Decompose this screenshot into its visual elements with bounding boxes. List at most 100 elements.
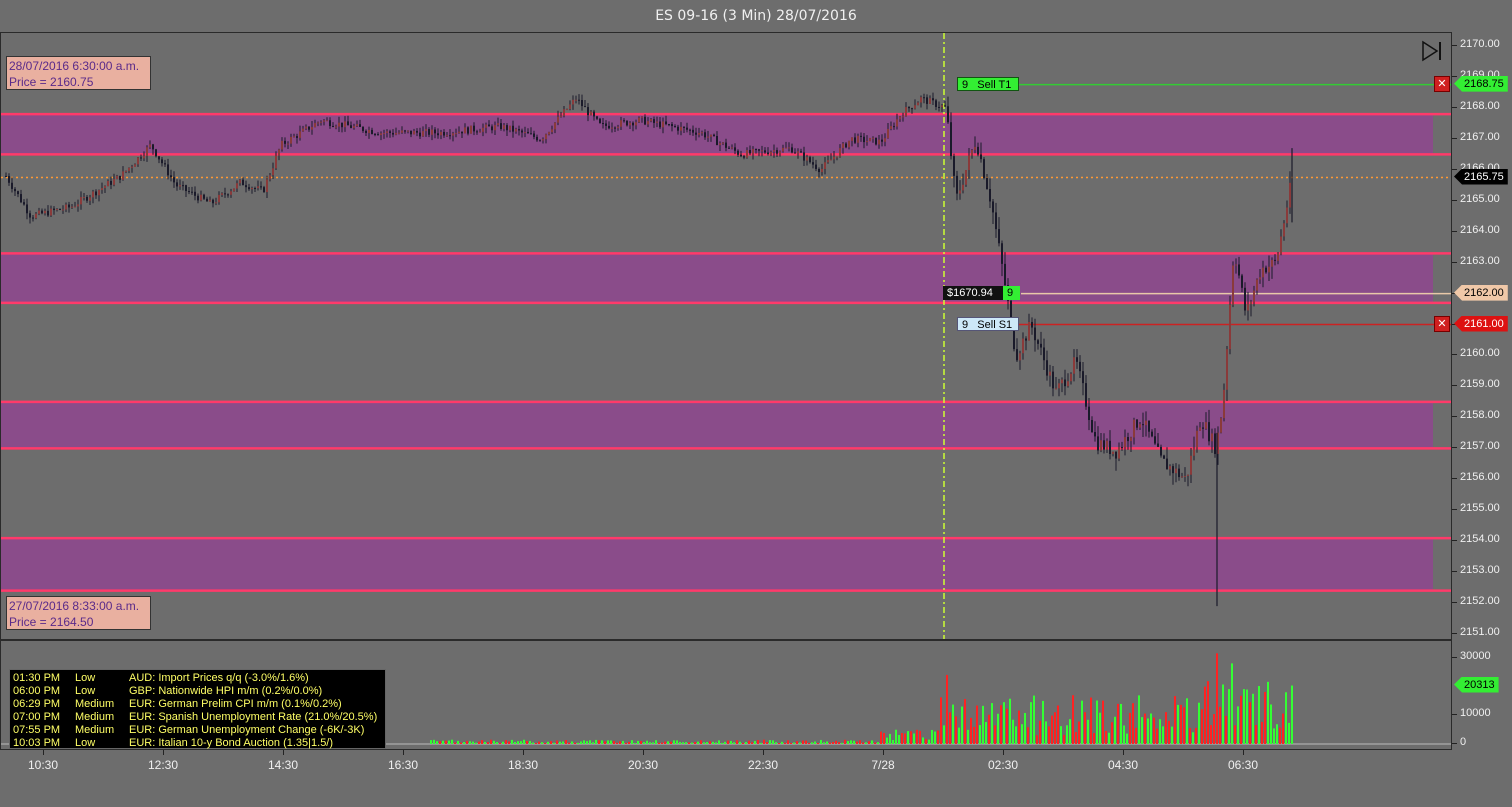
candle-body — [695, 132, 697, 135]
play-to-end-icon[interactable] — [1421, 40, 1443, 62]
candle-body — [350, 125, 352, 128]
candle-body — [332, 125, 334, 127]
candle-body — [119, 175, 121, 180]
volume-bar — [1048, 726, 1050, 744]
volume-bar — [1078, 721, 1080, 744]
candle-body — [1193, 448, 1195, 456]
candle-body — [632, 122, 634, 126]
stop-order-tag[interactable]: 9 Sell S1 — [957, 317, 1019, 331]
candle-body — [839, 148, 841, 157]
current-volume-flag: 20313 — [1454, 676, 1499, 693]
candle-body — [611, 127, 613, 129]
volume-bar — [781, 741, 783, 744]
candle-body — [824, 162, 826, 169]
volume-bar — [520, 741, 522, 744]
volume-bar — [1066, 725, 1068, 744]
volume-bar — [1015, 726, 1017, 744]
candle-body — [821, 168, 823, 173]
candle-body — [11, 182, 13, 189]
candle-body — [1283, 223, 1285, 237]
candle-body — [116, 175, 118, 180]
volume-bar — [1177, 704, 1179, 744]
candle-body — [383, 132, 385, 134]
volume-bar — [1120, 703, 1122, 744]
close-x-icon[interactable]: ✕ — [1434, 76, 1450, 92]
candle-body — [305, 126, 307, 129]
candle-body — [851, 137, 853, 141]
volume-bar — [784, 742, 786, 744]
volume-bar — [1126, 733, 1128, 744]
volume-bar — [1270, 704, 1272, 744]
price-pane[interactable] — [0, 32, 1452, 640]
candle-body — [275, 155, 277, 169]
candle-body — [809, 157, 811, 163]
volume-bar — [1246, 689, 1248, 744]
candle-body — [317, 122, 319, 124]
price-tick-mark — [1452, 602, 1457, 604]
volume-bar — [862, 742, 864, 744]
candle-body — [503, 125, 505, 129]
volume-bar — [589, 740, 591, 744]
volume-bar — [874, 742, 876, 744]
candle-body — [143, 156, 145, 159]
volume-bar — [595, 739, 597, 744]
volume-bar — [1183, 707, 1185, 744]
candle-body — [986, 177, 988, 190]
news-row: 01:30 PM Low AUD: Import Prices q/q (-3.0%… — [10, 672, 385, 685]
candle-body — [1127, 437, 1129, 442]
time-tick-mark — [163, 750, 164, 755]
volume-bar — [1057, 705, 1059, 744]
time-axis[interactable]: 10:30 12:30 14:30 16:30 18:30 20:30 22:30 7/28 0… — [0, 750, 1452, 807]
volume-bar — [622, 740, 624, 744]
volume-bar — [478, 741, 480, 744]
volume-bar — [1111, 722, 1113, 744]
target-order-tag[interactable]: 9 Sell T1 — [957, 77, 1019, 91]
volume-bar — [1093, 733, 1095, 744]
volume-bar — [505, 740, 507, 744]
volume-bar — [1249, 702, 1251, 744]
volume-bar — [511, 739, 513, 744]
volume-scale[interactable]: 30000 10000 0 20313 — [1452, 640, 1512, 750]
entry-pnl-tag[interactable]: $1670.94 — [943, 286, 1003, 300]
candle-body — [662, 121, 664, 128]
candle-body — [1061, 379, 1063, 384]
volume-bar — [1159, 719, 1161, 744]
candle-body — [380, 133, 382, 136]
volume-bar — [1267, 681, 1269, 744]
volume-bar — [865, 742, 867, 744]
candle-body — [167, 164, 169, 176]
volume-bar — [1201, 709, 1203, 744]
candle-body — [719, 143, 721, 146]
price-tick-label: 2160.00 — [1460, 347, 1500, 360]
candle-body — [773, 150, 775, 152]
volume-bar — [814, 741, 816, 744]
volume-bar — [1132, 703, 1134, 744]
volume-bar — [676, 740, 678, 744]
entry-qty-tag[interactable]: 9 — [1003, 286, 1020, 300]
candle-body — [125, 170, 127, 172]
price-chart[interactable] — [1, 33, 1453, 641]
close-x-icon[interactable]: ✕ — [1434, 316, 1450, 332]
volume-bar — [487, 742, 489, 744]
candle-body — [677, 126, 679, 131]
candle-body — [257, 186, 259, 189]
price-tick-label: 2159.00 — [1460, 378, 1500, 391]
candle-body — [812, 162, 814, 165]
news-impact: Low — [75, 672, 96, 684]
volume-bar — [958, 727, 960, 744]
volume-bar — [490, 739, 492, 744]
candle-body — [728, 147, 730, 149]
volume-bar — [469, 741, 471, 744]
volume-bar — [772, 740, 774, 744]
candle-body — [284, 140, 286, 144]
volume-bar — [466, 740, 468, 744]
volume-bar — [430, 740, 432, 744]
candle-body — [1115, 451, 1117, 459]
volume-bar — [934, 731, 936, 744]
candle-body — [89, 197, 91, 201]
volume-bar — [961, 706, 963, 744]
news-row: 10:03 PM Low EUR: Italian 10-y Bond Auctio… — [10, 737, 385, 750]
price-scale[interactable]: 2170.00 2169.00 2168.00 2167.00 2166.00 2165.… — [1452, 32, 1512, 640]
price-tick-mark — [1452, 447, 1457, 449]
volume-bar — [691, 742, 693, 744]
